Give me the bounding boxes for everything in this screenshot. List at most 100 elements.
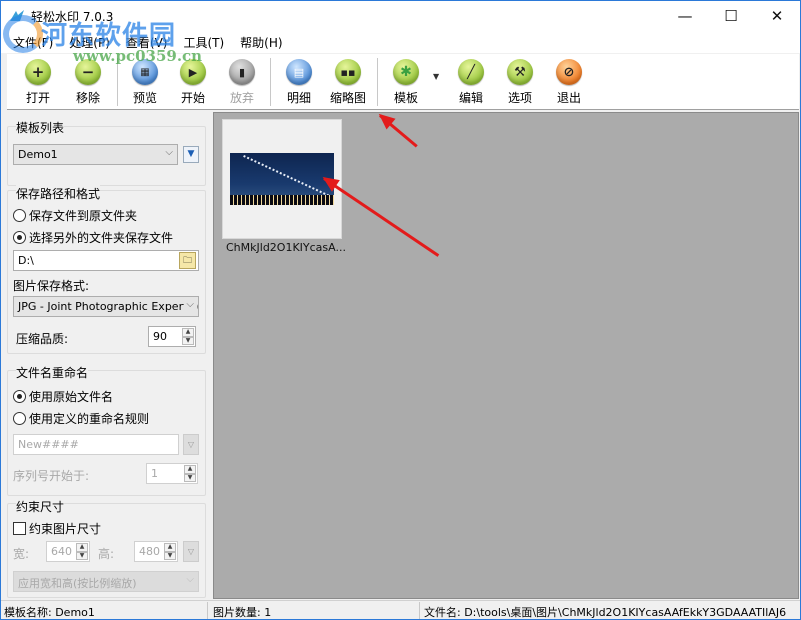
template-dropdown-arrow[interactable]: ▼ xyxy=(433,72,439,81)
stepper-arrows[interactable]: ▲ ▼ xyxy=(184,465,196,482)
stepper-arrows[interactable]: ▲ ▼ xyxy=(164,543,176,560)
menu-view[interactable]: 查看(V) xyxy=(118,31,176,53)
radio-original-name[interactable]: 使用原始文件名 xyxy=(13,388,113,405)
start-button[interactable]: ▶ 开始 xyxy=(170,56,216,108)
radio-save-other-label: 选择另外的文件夹保存文件 xyxy=(29,231,174,245)
thumbnail-filename: ChMkJld2O1KIYcasA... xyxy=(226,241,346,254)
maximize-button[interactable]: ☐ xyxy=(708,1,754,31)
template-button[interactable]: ✱ 模板 xyxy=(383,56,429,108)
remove-button[interactable]: − 移除 xyxy=(65,56,111,108)
template-menu-button[interactable]: ▼ xyxy=(183,146,199,163)
menu-help[interactable]: 帮助(H) xyxy=(232,31,290,53)
document-icon: ▤ xyxy=(286,59,312,85)
edit-label: 编辑 xyxy=(458,91,483,105)
save-path-input[interactable]: D:\ 🗀 xyxy=(13,250,199,271)
toolbar-separator xyxy=(270,58,271,106)
rename-group-title: 文件名重命名 xyxy=(16,364,89,381)
detail-button[interactable]: ▤ 明细 xyxy=(276,56,322,108)
radio-save-original[interactable]: 保存文件到原文件夹 xyxy=(13,207,137,224)
app-logo-icon xyxy=(10,10,24,21)
template-list-group: 模板列表 Demo1 ⌵ ▼ xyxy=(7,119,206,186)
status-separator xyxy=(207,602,208,619)
thumbnail-button[interactable]: ▪▪ 缩略图 xyxy=(325,56,371,108)
quality-stepper[interactable]: 90 ▲ ▼ xyxy=(148,326,196,347)
constrain-checkbox-label: 约束图片尺寸 xyxy=(29,522,102,536)
options-label: 选项 xyxy=(507,91,532,105)
seq-start-stepper[interactable]: 1 ▲ ▼ xyxy=(146,463,198,484)
quality-value: 90 xyxy=(153,330,167,343)
constrain-checkbox[interactable]: 约束图片尺寸 xyxy=(13,520,101,537)
format-select[interactable]: JPG - Joint Photographic Experts ( ⌵ xyxy=(13,296,199,317)
rename-pattern-value: New#### xyxy=(18,438,79,451)
save-group-title: 保存路径和格式 xyxy=(16,185,101,202)
radio-custom-rule[interactable]: 使用定义的重命名规则 xyxy=(13,410,149,427)
toolbar: + 打开 − 移除 ▦ 预览 ▶ 开始 ▮ 放弃 ▤ 明细 ▪▪ 缩略图 ✱ 模… xyxy=(7,54,799,110)
start-label: 开始 xyxy=(180,91,205,105)
template-list-title: 模板列表 xyxy=(16,119,65,136)
stop-icon: ▮ xyxy=(229,59,255,85)
menu-file[interactable]: 文件(F) xyxy=(5,31,61,53)
exit-button[interactable]: ⊘ 退出 xyxy=(546,56,592,108)
status-count: 图片数量: 1 xyxy=(213,606,272,619)
minimize-button[interactable]: — xyxy=(662,1,708,31)
width-stepper[interactable]: 640 ▲ ▼ xyxy=(46,541,90,562)
width-value: 640 xyxy=(51,545,72,558)
template-label: 模板 xyxy=(393,91,418,105)
stepper-arrows[interactable]: ▲ ▼ xyxy=(76,543,88,560)
seq-label: 序列号开始于: xyxy=(13,469,90,483)
chevron-down-icon: ⌵ xyxy=(186,574,194,585)
quality-label: 压缩品质: xyxy=(16,332,69,346)
rename-pattern-input[interactable]: New#### xyxy=(13,434,179,455)
thumbnail-label: 缩略图 xyxy=(329,91,366,105)
radio-save-original-label: 保存文件到原文件夹 xyxy=(29,209,138,223)
save-path-value: D:\ xyxy=(18,254,34,267)
pencil-icon: ╱ xyxy=(458,59,484,85)
checkbox-box xyxy=(13,522,26,535)
menu-process[interactable]: 处理(P) xyxy=(61,31,118,53)
puzzle-icon: ✱ xyxy=(393,59,419,85)
menu-tools[interactable]: 工具(T) xyxy=(175,31,232,53)
status-filename: 文件名: D:\tools\桌面\图片\ChMkJld2O1KIYcasAAfE… xyxy=(424,606,786,619)
radio-original-name-label: 使用原始文件名 xyxy=(29,390,114,404)
exit-label: 退出 xyxy=(556,91,581,105)
abort-button[interactable]: ▮ 放弃 xyxy=(219,56,265,108)
open-label: 打开 xyxy=(25,91,50,105)
close-button[interactable]: ✕ xyxy=(754,1,800,31)
height-value: 480 xyxy=(139,545,160,558)
preview-label: 预览 xyxy=(132,91,157,105)
minus-icon: − xyxy=(75,59,101,85)
prohibit-icon: ⊘ xyxy=(556,59,582,85)
thumbnail-image xyxy=(230,153,334,205)
thumbnail-area[interactable]: ChMkJld2O1KIYcasA... xyxy=(213,112,799,599)
preview-icon: ▦ xyxy=(132,59,158,85)
radio-save-other[interactable]: 选择另外的文件夹保存文件 xyxy=(13,229,173,246)
toolbar-separator xyxy=(117,58,118,106)
app-window: 轻松水印 7.0.3 — ☐ ✕ 文件(F) 处理(P) 查看(V) 工具(T)… xyxy=(0,0,801,620)
options-button[interactable]: ⚒ 选项 xyxy=(497,56,543,108)
wrench-icon: ⚒ xyxy=(507,59,533,85)
preview-button[interactable]: ▦ 预览 xyxy=(122,56,168,108)
size-dropdown-button[interactable]: ▽ xyxy=(183,541,199,562)
width-label: 宽: xyxy=(13,547,30,561)
stepper-arrows[interactable]: ▲ ▼ xyxy=(182,328,194,345)
scale-mode-select[interactable]: 应用宽和高(按比例缩放) ⌵ xyxy=(13,571,199,592)
radio-circle xyxy=(13,209,26,222)
folder-browse-icon[interactable]: 🗀 xyxy=(179,252,196,269)
detail-label: 明细 xyxy=(286,91,311,105)
edit-button[interactable]: ╱ 编辑 xyxy=(448,56,494,108)
radio-circle xyxy=(13,412,26,425)
status-template: 模板名称: Demo1 xyxy=(4,606,95,619)
menu-bar: 文件(F) 处理(P) 查看(V) 工具(T) 帮助(H) xyxy=(1,31,800,53)
height-stepper[interactable]: 480 ▲ ▼ xyxy=(134,541,178,562)
radio-circle-selected xyxy=(13,231,26,244)
format-select-value: JPG - Joint Photographic Experts ( xyxy=(18,300,199,313)
play-icon: ▶ xyxy=(180,59,206,85)
left-panel: 模板列表 Demo1 ⌵ ▼ 保存路径和格式 保存文件到原文件夹 选择另外的文件… xyxy=(5,112,208,599)
height-label: 高: xyxy=(98,547,115,561)
status-separator xyxy=(419,602,420,619)
toolbar-separator xyxy=(377,58,378,106)
open-button[interactable]: + 打开 xyxy=(15,56,61,108)
template-select[interactable]: Demo1 ⌵ xyxy=(13,144,178,165)
pattern-dropdown-button[interactable]: ▽ xyxy=(183,434,199,455)
radio-custom-rule-label: 使用定义的重命名规则 xyxy=(29,412,150,426)
